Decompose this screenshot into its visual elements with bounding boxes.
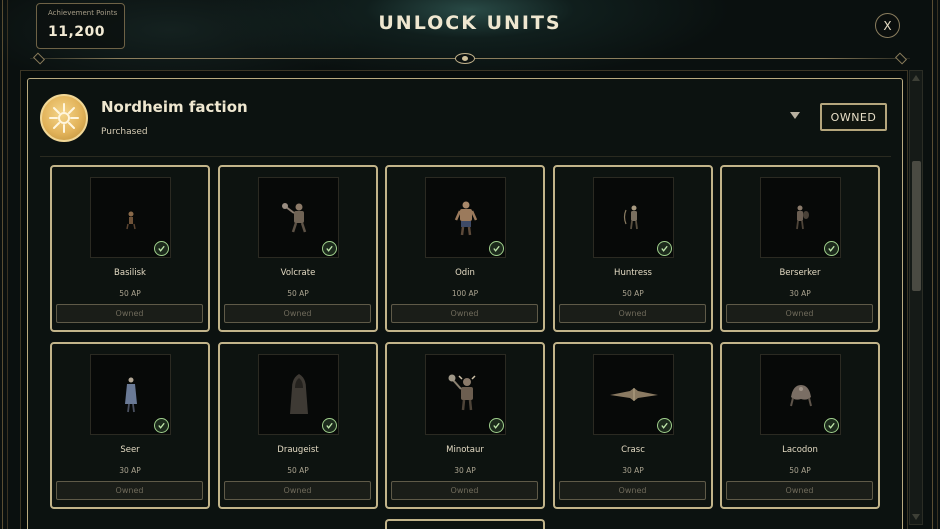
unit-name: Crasc [621, 445, 645, 455]
owned-check-icon [824, 418, 839, 433]
faction-name: Nordheim faction [101, 98, 248, 116]
owned-check-icon [489, 418, 504, 433]
unit-owned-button[interactable]: Owned [56, 481, 203, 500]
unit-owned-button[interactable]: Owned [726, 304, 873, 323]
unit-card-huntress[interactable]: Huntress 50 AP Owned [553, 165, 713, 332]
unit-cost: 50 AP [287, 466, 309, 475]
unit-owned-button[interactable]: Owned [559, 304, 706, 323]
unit-name: Volcrate [280, 268, 316, 278]
faction-owned-button[interactable]: OWNED [820, 103, 887, 131]
unit-cost: 30 AP [789, 289, 811, 298]
frame-right-edge [932, 0, 938, 529]
unit-cost: 30 AP [454, 466, 476, 475]
unit-card-lacodon[interactable]: Lacodon 50 AP Owned [720, 342, 880, 509]
owned-check-icon [322, 241, 337, 256]
divider-gem-ornament [455, 53, 475, 64]
unit-cost: 50 AP [789, 466, 811, 475]
unit-card-partial[interactable] [385, 519, 545, 529]
unit-cost: 100 AP [451, 289, 479, 298]
unit-owned-button[interactable]: Owned [559, 481, 706, 500]
unit-owned-button[interactable]: Owned [391, 304, 538, 323]
unit-cost: 30 AP [119, 466, 141, 475]
unit-card-volcrate[interactable]: Volcrate 50 AP Owned [218, 165, 378, 332]
scrollbar[interactable] [909, 70, 923, 525]
unit-card-crasc[interactable]: Crasc 30 AP Owned [553, 342, 713, 509]
unit-card-odin[interactable]: Odin 100 AP Owned [385, 165, 545, 332]
owned-check-icon [489, 241, 504, 256]
unit-name: Odin [455, 268, 475, 278]
unit-card-minotaur[interactable]: Minotaur 30 AP Owned [385, 342, 545, 509]
unit-name: Lacodon [782, 445, 818, 455]
unit-owned-button[interactable]: Owned [56, 304, 203, 323]
faction-status: Purchased [101, 127, 148, 137]
unit-cost: 50 AP [119, 289, 141, 298]
unit-card-berserker[interactable]: Berserker 30 AP Owned [720, 165, 880, 332]
close-button[interactable]: X [875, 13, 900, 38]
unit-card-draugeist[interactable]: Draugeist 50 AP Owned [218, 342, 378, 509]
unit-owned-button[interactable]: Owned [224, 304, 371, 323]
unit-name: Huntress [614, 268, 652, 278]
unit-cost: 50 AP [287, 289, 309, 298]
unit-name: Minotaur [446, 445, 484, 455]
unit-name: Berserker [779, 268, 821, 278]
scroll-up-arrow-icon[interactable] [912, 75, 920, 81]
page-title: UNLOCK UNITS [378, 12, 562, 34]
unit-cost: 30 AP [622, 466, 644, 475]
scroll-thumb[interactable] [912, 161, 921, 291]
owned-check-icon [154, 418, 169, 433]
frame-left-edge [2, 0, 8, 529]
chevron-down-icon[interactable] [790, 112, 800, 119]
unit-owned-button[interactable]: Owned [224, 481, 371, 500]
unit-owned-button[interactable]: Owned [726, 481, 873, 500]
unit-card-seer[interactable]: Seer 30 AP Owned [50, 342, 210, 509]
unit-cost: 50 AP [622, 289, 644, 298]
unit-name: Seer [120, 445, 140, 455]
owned-check-icon [322, 418, 337, 433]
scroll-down-arrow-icon[interactable] [912, 514, 920, 520]
unit-card-basilisk[interactable]: Basilisk 50 AP Owned [50, 165, 210, 332]
unit-name: Draugeist [277, 445, 319, 455]
owned-check-icon [657, 241, 672, 256]
unit-owned-button[interactable]: Owned [391, 481, 538, 500]
unit-name: Basilisk [114, 268, 146, 278]
owned-check-icon [824, 241, 839, 256]
sun-emblem-icon [40, 94, 88, 142]
owned-check-icon [154, 241, 169, 256]
owned-check-icon [657, 418, 672, 433]
